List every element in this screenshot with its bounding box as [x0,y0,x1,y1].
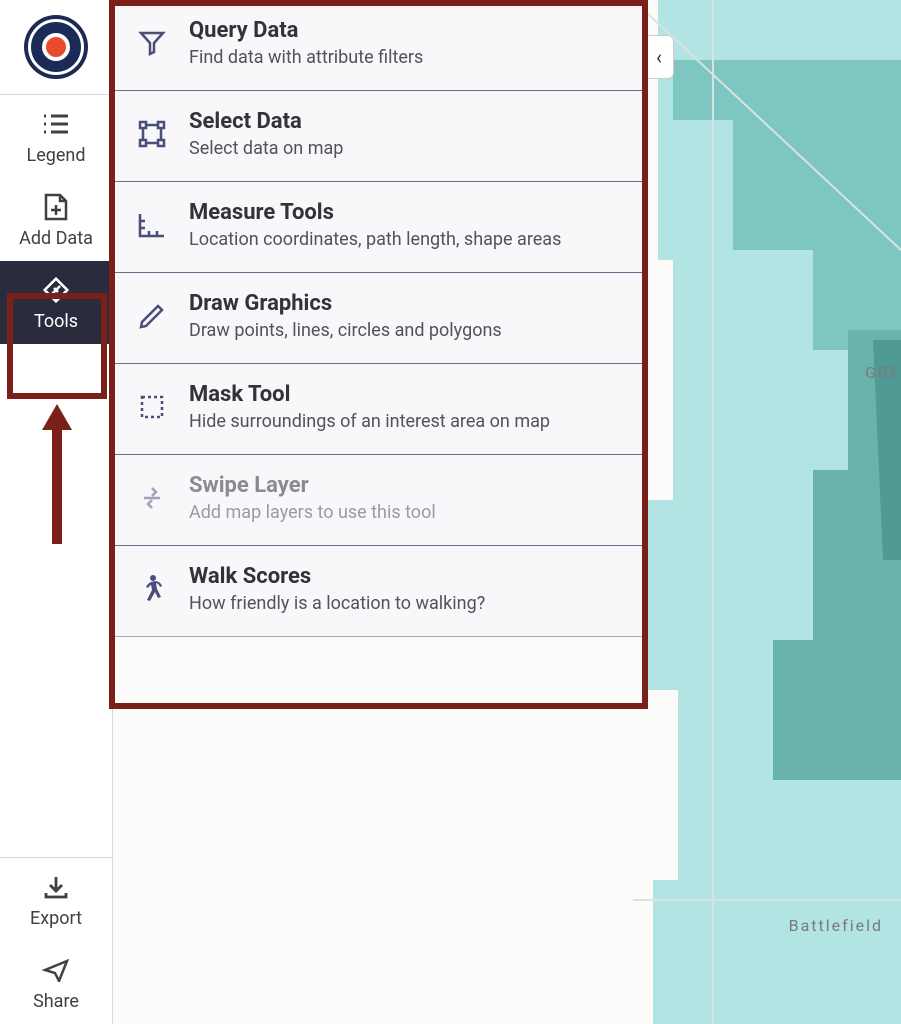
app-root: Legend Add Data Tools Export [0,0,901,1024]
download-icon [41,872,71,902]
tool-draw-graphics[interactable]: Draw Graphics Draw points, lines, circle… [113,273,643,364]
sidebar-item-label: Tools [34,311,78,332]
tool-title: Mask Tool [189,382,550,407]
place-label-gre: GRE [865,363,901,382]
sidebar-item-label: Export [30,908,82,929]
tool-title: Query Data [189,18,423,43]
tool-desc: Find data with attribute filters [189,47,423,68]
tool-title: Select Data [189,109,343,134]
tool-desc: Add map layers to use this tool [189,502,436,523]
tool-desc: Select data on map [189,138,343,159]
funnel-icon [135,26,169,60]
nav-bottom: Export Share [0,857,112,1024]
tool-desc: How friendly is a location to walking? [189,593,485,614]
tool-walk-scores[interactable]: Walk Scores How friendly is a location t… [113,546,643,636]
tool-title: Walk Scores [189,564,485,589]
logo-container [0,0,112,95]
place-label-battlefield: Battlefield [789,916,883,935]
tool-title: Measure Tools [189,200,561,225]
tool-swipe-layer: Swipe Layer Add map layers to use this t… [113,455,643,546]
pencil-icon [135,299,169,333]
add-file-icon [41,192,71,222]
sidebar-item-share[interactable]: Share [0,941,112,1024]
tool-measure[interactable]: Measure Tools Location coordinates, path… [113,182,643,273]
collapse-panel-button[interactable]: ‹ [644,35,674,79]
tool-mask[interactable]: Mask Tool Hide surroundings of an intere… [113,364,643,455]
sidebar-item-legend[interactable]: Legend [0,95,112,178]
sidebar-item-tools[interactable]: Tools [0,261,112,344]
chevron-left-icon: ‹ [656,45,662,69]
sidebar-item-export[interactable]: Export [0,858,112,941]
tools-panel: Query Data Find data with attribute filt… [113,0,644,637]
sidebar-item-add-data[interactable]: Add Data [0,178,112,261]
logo[interactable] [24,15,88,79]
tool-title: Swipe Layer [189,473,436,498]
list-icon [41,109,71,139]
sidebar-item-label: Add Data [19,228,93,249]
swipe-icon [135,481,169,515]
sidebar: Legend Add Data Tools Export [0,0,113,1024]
tool-title: Draw Graphics [189,291,502,316]
tool-select-data[interactable]: Select Data Select data on map [113,91,643,182]
sidebar-item-label: Legend [27,145,86,166]
tool-desc: Location coordinates, path length, shape… [189,229,561,250]
nav-top: Legend Add Data Tools [0,95,112,344]
tool-query-data[interactable]: Query Data Find data with attribute filt… [113,0,643,91]
ruler-icon [135,208,169,242]
walking-icon [135,572,169,606]
mask-icon [135,390,169,424]
sidebar-item-label: Share [33,991,79,1012]
tool-desc: Draw points, lines, circles and polygons [189,320,502,341]
tool-desc: Hide surroundings of an interest area on… [189,411,550,432]
share-icon [41,955,71,985]
bounding-box-icon [135,117,169,151]
tools-icon [41,275,71,305]
